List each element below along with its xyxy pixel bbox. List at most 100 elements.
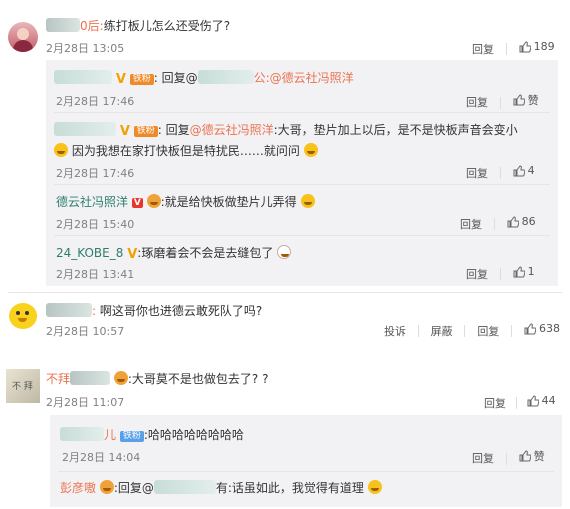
- user-name[interactable]: 0后:: [80, 19, 104, 33]
- report-button[interactable]: 投诉: [384, 323, 406, 339]
- thumbs-up-icon: [507, 215, 519, 227]
- user-name-blurred[interactable]: [70, 371, 111, 385]
- user-name[interactable]: 彭彦嗷: [60, 481, 96, 495]
- fan-badge: 铁粉: [119, 431, 144, 442]
- like-count: 638: [538, 322, 560, 335]
- user-name[interactable]: 儿: [104, 428, 116, 442]
- comment-panel-2: 不 拜 不拜 :大哥莫不是也做包去了? ? 2月28日 11:07 回复 44 …: [0, 355, 570, 509]
- like-button[interactable]: 189: [519, 40, 555, 53]
- verified-icon: V: [115, 72, 126, 87]
- like-button[interactable]: 638: [524, 322, 560, 335]
- comment-text-row: 不拜 :大哥莫不是也做包去了? ?: [46, 370, 268, 387]
- mention-blurred[interactable]: [197, 70, 254, 84]
- reply-button[interactable]: 回复: [460, 216, 482, 232]
- reply-button[interactable]: 回复: [466, 266, 488, 282]
- reply-date: 2月28日 15:40: [56, 218, 135, 231]
- reply-text-row: 儿 铁粉:哈哈哈哈哈哈哈哈: [60, 426, 244, 443]
- like-button[interactable]: 赞: [513, 92, 539, 108]
- mention-link[interactable]: @德云社冯照洋: [270, 71, 354, 85]
- thumbs-up-icon: [519, 40, 531, 52]
- like-button[interactable]: 1: [513, 265, 535, 278]
- thumbs-up-icon: [519, 450, 531, 462]
- user-name-blurred[interactable]: [46, 303, 92, 317]
- reply-user-blurred[interactable]: [60, 427, 104, 441]
- comment-date: 2月28日 10:57: [46, 325, 125, 338]
- thumbs-up-icon: [527, 394, 539, 406]
- reply-text: :就是给快板做垫片儿弄得: [160, 195, 297, 209]
- comment-text-row: : 啊这哥你也进德云敢死队了吗?: [46, 302, 262, 319]
- reply-actions: 回复 赞: [466, 92, 539, 110]
- mention-blurred[interactable]: [153, 480, 216, 494]
- reply-text-row: V 铁粉: 回复@德云社冯照洋:大哥，垫片加上以后，是不是快板声音会变小: [54, 121, 518, 139]
- user-name[interactable]: 不拜: [46, 372, 70, 386]
- comment-date: 2月28日 13:05: [46, 42, 125, 55]
- fan-badge: 铁粉: [133, 126, 158, 137]
- reply-button[interactable]: 回复: [472, 41, 494, 57]
- user-name[interactable]: 24_KOBE_8: [56, 246, 123, 260]
- avatar[interactable]: 不 拜: [6, 369, 40, 403]
- thumbs-up-icon: [513, 164, 525, 176]
- reply-text-line-2: 因为我想在家打快板但是特扰民……就问问: [54, 142, 318, 159]
- eyes-emoji-icon: [277, 245, 292, 259]
- reply-text-row: 24_KOBE_8 V:琢磨着会不会是去缝包了: [56, 244, 292, 262]
- reply-text-row: 德云社冯照洋 V :就是给快板做垫片儿弄得: [56, 193, 315, 210]
- reply-text: :哈哈哈哈哈哈哈哈: [143, 428, 244, 442]
- reply-text: :大哥，垫片加上以后，是不是快板声音会变小: [273, 123, 518, 137]
- like-button[interactable]: 86: [507, 215, 536, 228]
- laugh-cry-emoji-icon: [54, 143, 68, 157]
- user-name[interactable]: 德云社冯照洋: [56, 195, 128, 209]
- verified-badge: V: [131, 198, 143, 208]
- comment-text: 啊这哥你也进德云敢死队了吗?: [99, 304, 263, 318]
- like-button[interactable]: 44: [527, 394, 556, 407]
- mention-suffix[interactable]: 公:: [254, 71, 270, 85]
- reply-text: 有:话虽如此，我觉得有道理: [215, 481, 364, 495]
- comment-actions: 回复 189: [472, 40, 555, 57]
- verified-icon: V: [119, 124, 130, 139]
- reply-date: 2月28日 17:46: [56, 167, 135, 180]
- laugh-cry-emoji-icon: [367, 480, 382, 494]
- avatar[interactable]: [8, 22, 38, 52]
- reply-button[interactable]: 回复: [477, 323, 499, 339]
- like-button[interactable]: 赞: [519, 448, 545, 464]
- fan-emoji-icon: [99, 480, 114, 494]
- thumbs-up-icon: [524, 322, 536, 334]
- reply-button[interactable]: 回复: [484, 395, 506, 411]
- reply-actions: 回复 86: [460, 215, 536, 232]
- comment-actions: 投诉 屏蔽 回复 638: [384, 322, 560, 339]
- reply-date: 2月28日 14:04: [62, 451, 141, 464]
- reply-actions: 回复 赞: [472, 448, 545, 466]
- like-button[interactable]: 4: [513, 164, 535, 177]
- thumbs-up-icon: [513, 265, 525, 277]
- comment-panel-1: 0后:练打板儿怎么还受伤了? 2月28日 13:05 回复 189 V 铁粉: …: [0, 0, 570, 347]
- like-count: 44: [541, 394, 556, 407]
- reply-button[interactable]: 回复: [466, 165, 488, 181]
- reply-date: 2月28日 17:46: [56, 95, 135, 108]
- reply-actions: 回复 4: [466, 164, 535, 181]
- reply-user-blurred[interactable]: [54, 122, 116, 136]
- reply-thread: 儿 铁粉:哈哈哈哈哈哈哈哈 2月28日 14:04 回复 赞 彭彦嗷 :回复@ 有…: [50, 415, 562, 507]
- reply-text-row: V 铁粉: 回复@ 公:@德云社冯照洋: [54, 69, 354, 87]
- comment-date: 2月28日 11:07: [46, 396, 125, 409]
- laugh-cry-emoji-icon: [300, 194, 315, 208]
- block-button[interactable]: 屏蔽: [431, 323, 453, 339]
- reply-button[interactable]: 回复: [472, 450, 494, 466]
- user-name[interactable]: :: [92, 304, 96, 318]
- avatar[interactable]: [8, 301, 38, 331]
- reply-user-blurred[interactable]: [54, 70, 112, 84]
- thumbs-up-icon: [513, 94, 525, 106]
- comment-text: :大哥莫不是也做包去了? ?: [127, 372, 269, 386]
- comment-text-row: 0后:练打板儿怎么还受伤了?: [46, 17, 230, 34]
- user-name-blurred[interactable]: [46, 18, 80, 32]
- comment-actions: 回复 44: [484, 394, 556, 411]
- reply-text-row: 彭彦嗷 :回复@ 有:话虽如此，我觉得有道理: [60, 479, 382, 496]
- laugh-cry-emoji-icon: [303, 143, 318, 157]
- fan-badge: 铁粉: [129, 74, 154, 85]
- reply-word: 回复@: [161, 71, 198, 85]
- reply-text: :琢磨着会不会是去缝包了: [137, 246, 274, 260]
- reply-actions: 回复 1: [466, 265, 535, 282]
- reply-thread: V 铁粉: 回复@ 公:@德云社冯照洋 2月28日 17:46 回复 赞 V 铁粉…: [46, 60, 558, 286]
- verified-icon: V: [127, 247, 138, 262]
- reply-button[interactable]: 回复: [466, 94, 488, 110]
- reply-date: 2月28日 13:41: [56, 268, 135, 281]
- mention-link[interactable]: @德云社冯照洋: [190, 123, 274, 137]
